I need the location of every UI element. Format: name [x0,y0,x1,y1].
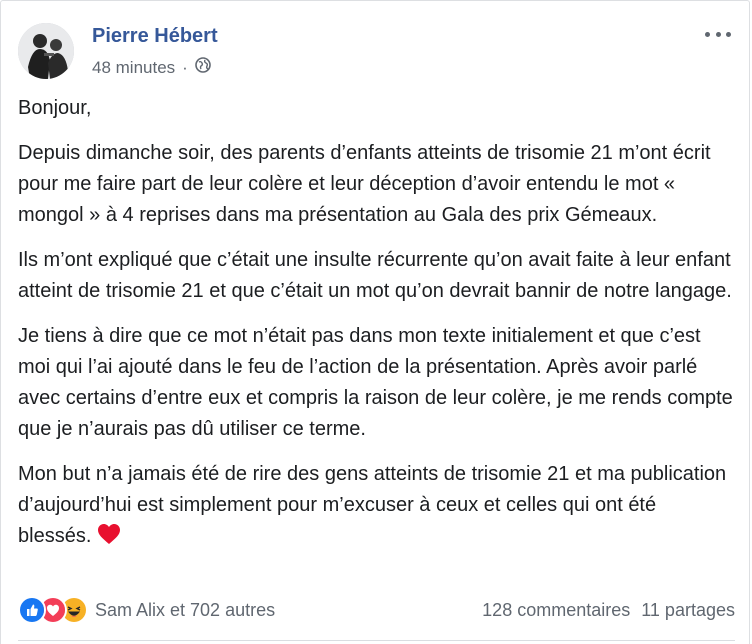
meta-separator: · [182,57,188,77]
footer-divider [18,640,735,641]
like-icon [18,596,46,624]
author-name[interactable]: Pierre Hébert [92,25,218,48]
heart-emoji [97,523,121,555]
reactions-summary[interactable]: Sam Alix et 702 autres [18,596,275,624]
post-meta: 48 minutes · [92,57,211,78]
author-avatar[interactable] [18,23,74,79]
shares-count-link[interactable]: 11 partages [641,600,735,621]
more-dot [705,31,710,37]
post-text: Bonjour, Depuis dimanche soir, des paren… [18,93,735,569]
engagement-counts: 128 commentaires 11 partages [482,600,735,621]
post-paragraph: Depuis dimanche soir, des parents d’enfa… [18,142,711,226]
post-paragraph: Bonjour, [18,97,92,119]
more-dot [715,31,721,37]
post-paragraph-last: Mon but n’a jamais été de rire des gens … [18,459,735,555]
more-options-button[interactable] [705,25,731,43]
post-paragraph: Mon but n’a jamais été de rire des gens … [18,463,727,547]
reaction-names: Sam Alix et 702 autres [95,599,276,620]
post-footer: Sam Alix et 702 autres 128 commentaires … [18,593,735,627]
post-card: Pierre Hébert 48 minutes · Bonjour, Depu… [0,0,750,644]
post-paragraph: Je tiens à dire que ce mot n’était pas d… [18,325,733,440]
post-header: Pierre Hébert 48 minutes · [1,1,749,91]
globe-icon[interactable] [195,57,211,78]
post-paragraph: Ils m’ont expliqué que c’était une insul… [18,249,732,302]
comments-count-link[interactable]: 128 commentaires [482,600,630,621]
post-timestamp[interactable]: 48 minutes [92,58,175,78]
more-dot [726,31,731,37]
